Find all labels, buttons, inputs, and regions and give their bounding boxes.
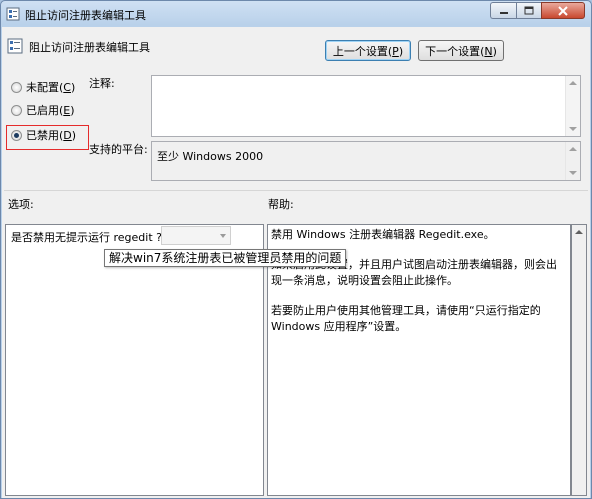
comment-textarea[interactable] xyxy=(151,75,581,137)
radio-enabled[interactable]: 已启用(E) xyxy=(11,102,75,118)
close-icon xyxy=(558,5,568,16)
caption-buttons xyxy=(490,2,585,19)
previous-setting-button[interactable]: 上一个设置(P) xyxy=(325,40,411,61)
highlight-box xyxy=(6,125,89,150)
supported-on-label: 支持的平台: xyxy=(89,143,148,156)
minimize-button[interactable] xyxy=(490,2,516,19)
next-setting-label: 下一个设置(N) xyxy=(425,44,497,58)
help-paragraph: 禁用 Windows 注册表编辑器 Regedit.exe。 xyxy=(271,228,495,241)
supported-on-field: 至少 Windows 2000 xyxy=(151,141,581,181)
supported-on-value: 至少 Windows 2000 xyxy=(157,150,264,163)
scroll-up-icon[interactable] xyxy=(569,81,577,85)
section-divider xyxy=(4,190,588,191)
chevron-down-icon xyxy=(220,234,226,238)
help-scrollbar[interactable] xyxy=(571,224,587,496)
help-text: 禁用 Windows 注册表编辑器 Regedit.exe。 如果启用此设置，并… xyxy=(271,227,563,349)
minimize-icon xyxy=(499,11,508,14)
regedit-option-combobox[interactable] xyxy=(161,226,231,245)
supported-on-scrollbar[interactable] xyxy=(565,142,580,180)
close-button[interactable] xyxy=(541,2,585,19)
scroll-up-icon[interactable] xyxy=(575,230,583,234)
radio-indicator xyxy=(11,104,22,116)
comment-label: 注释: xyxy=(89,77,115,90)
options-prompt: 是否禁用无提示运行 regedit ? xyxy=(11,231,162,244)
previous-setting-label: 上一个设置(P) xyxy=(332,44,404,58)
next-setting-button[interactable]: 下一个设置(N) xyxy=(418,40,504,61)
scroll-down-icon[interactable] xyxy=(569,127,577,131)
options-label: 选项: xyxy=(8,198,34,211)
radio-label: 未配置(C) xyxy=(26,81,76,94)
setting-header-icon xyxy=(7,38,23,57)
radio-not-configured[interactable]: 未配置(C) xyxy=(11,79,75,95)
maximize-icon xyxy=(524,6,534,15)
dialog-client: 阻止访问注册表编辑工具 上一个设置(P) 下一个设置(N) 未配置(C) 已启用… xyxy=(2,27,590,498)
radio-label: 已启用(E) xyxy=(26,104,75,117)
help-label: 帮助: xyxy=(268,198,294,211)
scroll-down-icon[interactable] xyxy=(569,171,577,175)
comment-scrollbar[interactable] xyxy=(565,76,580,136)
scroll-up-icon[interactable] xyxy=(569,147,577,151)
setting-title: 阻止访问注册表编辑工具 xyxy=(29,41,150,54)
window-title: 阻止访问注册表编辑工具 xyxy=(25,9,146,22)
policy-setting-icon xyxy=(6,7,20,24)
radio-indicator xyxy=(11,81,22,93)
help-paragraph: 若要防止用户使用其他管理工具，请使用“只运行指定的 Windows 应用程序”设… xyxy=(271,304,541,333)
maximize-button[interactable] xyxy=(516,2,541,19)
tooltip: 解决win7系统注册表已被管理员禁用的问题 xyxy=(104,249,347,267)
title-bar[interactable]: 阻止访问注册表编辑工具 xyxy=(1,1,591,27)
policy-window: 阻止访问注册表编辑工具 阻止访问注册表编辑工具 上一个设置(P) 下一个设置(N… xyxy=(0,0,592,499)
